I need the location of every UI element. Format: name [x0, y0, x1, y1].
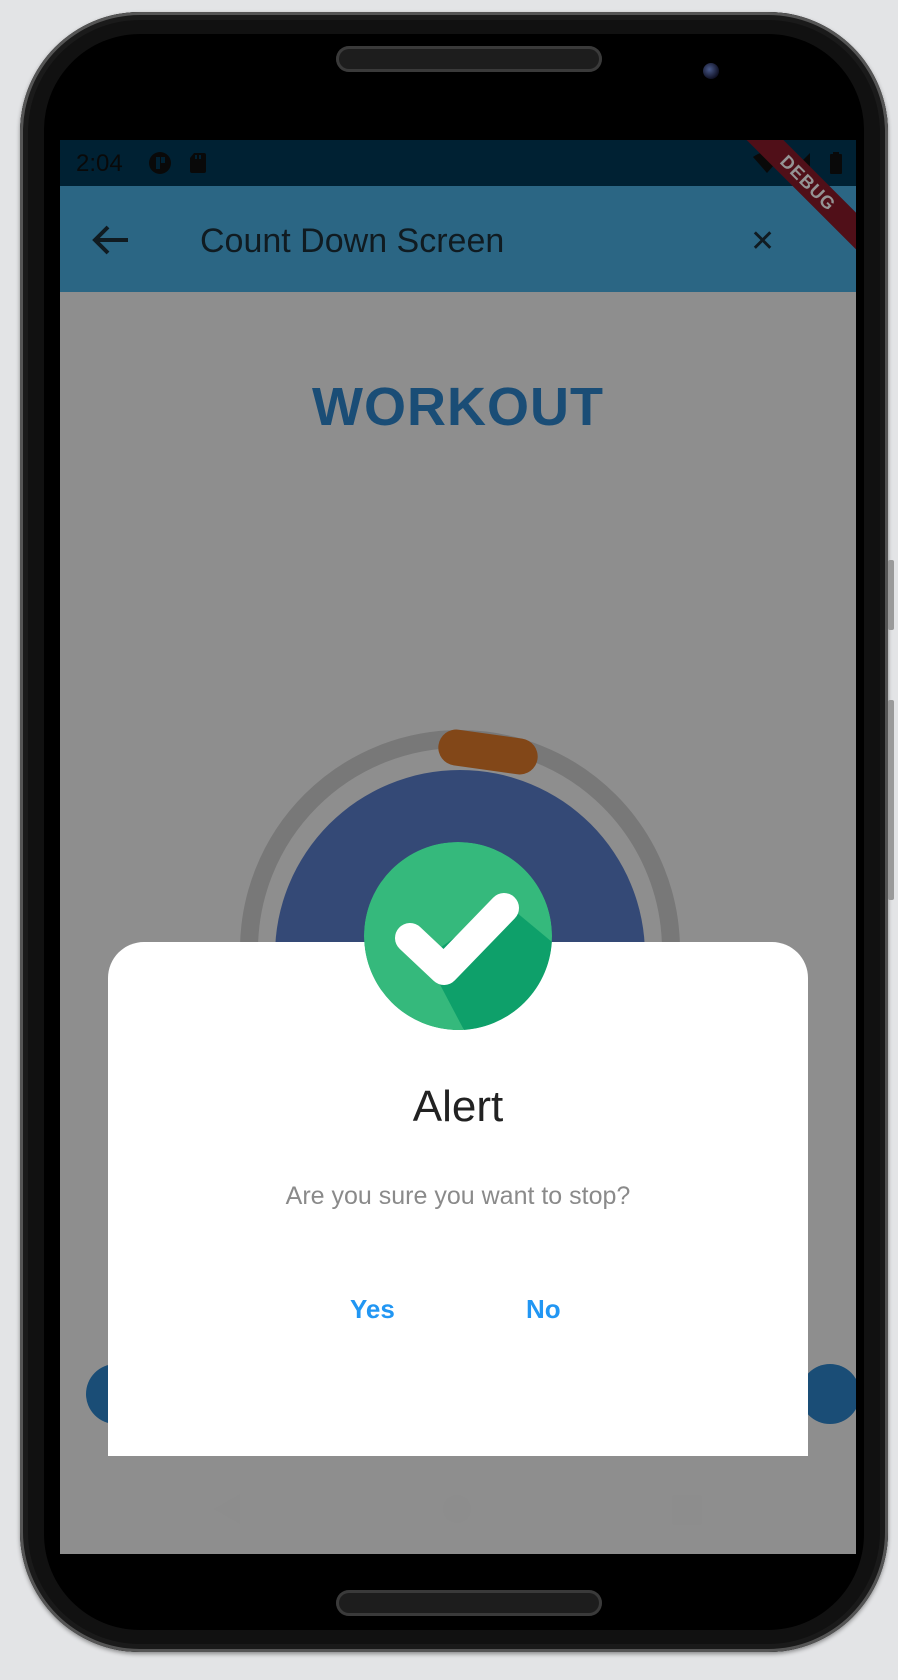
front-camera: [703, 63, 719, 79]
dialog-message: Are you sure you want to stop?: [285, 1182, 631, 1210]
yes-button[interactable]: Yes: [338, 1288, 407, 1331]
dialog-title: Alert: [412, 1082, 504, 1131]
volume-button: [888, 560, 894, 630]
top-speaker: [336, 46, 602, 72]
nav-recents-icon[interactable]: [672, 1495, 702, 1525]
power-button: [888, 700, 894, 900]
nav-home-icon[interactable]: [443, 1495, 471, 1523]
nav-back-icon[interactable]: [212, 1492, 242, 1526]
no-button[interactable]: No: [514, 1288, 573, 1331]
device-screen: 2:04 Count Down Screen ✕ DEBUG WORKOUT A…: [60, 140, 856, 1554]
check-circle-icon: [364, 842, 552, 1030]
bottom-speaker: [336, 1590, 602, 1616]
